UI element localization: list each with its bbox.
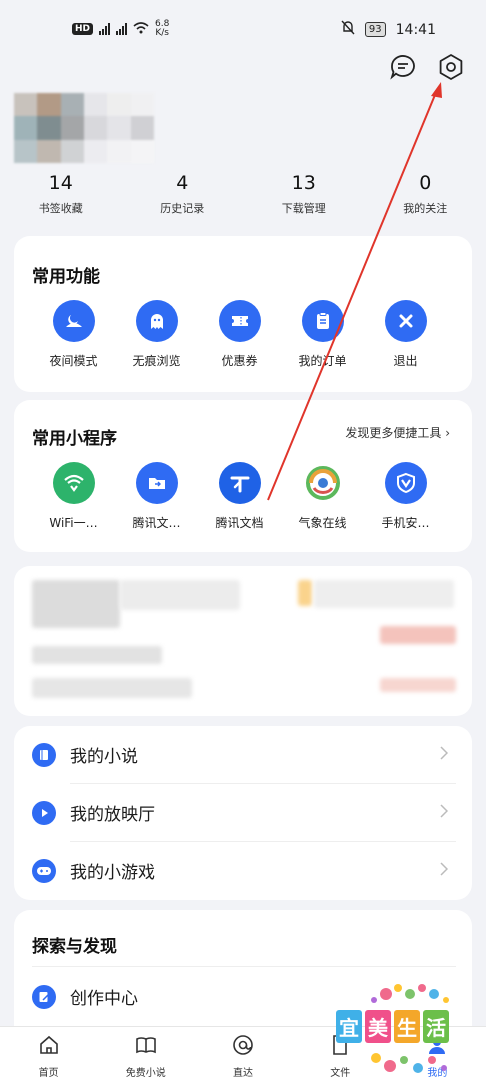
common-functions-card: 常用功能 夜间模式 无痕浏览 优惠券 我的订单 退出: [14, 236, 472, 392]
direct-icon: [231, 1033, 255, 1061]
night-mode-button[interactable]: 夜间模式: [32, 300, 115, 369]
tab-direct[interactable]: 直达: [194, 1027, 291, 1080]
moon-icon: [52, 300, 95, 342]
chevron-right-icon: [440, 745, 449, 764]
clock: 14:41: [395, 21, 436, 38]
mini-programs-card: 常用小程序 发现更多便捷工具 › WiFi一… 腾讯文… 腾讯文档 气象在线 手…: [14, 400, 472, 552]
blurred-content: [32, 646, 162, 664]
tencent-docs-icon: [218, 462, 261, 504]
hd-badge: HD: [72, 23, 94, 35]
mini-program-wifi[interactable]: WiFi一…: [32, 462, 115, 531]
edit-icon: [32, 984, 56, 1009]
tab-home[interactable]: 首页: [0, 1027, 97, 1080]
shield-check-icon: [384, 462, 427, 504]
incognito-button[interactable]: 无痕浏览: [115, 300, 198, 369]
watermark-logo: 宜 美 生 活: [326, 980, 486, 1080]
my-theater-row[interactable]: 我的放映厅: [14, 784, 472, 841]
signal-icon: [116, 23, 128, 35]
coupon-button[interactable]: 优惠券: [198, 300, 281, 369]
wifi-icon: [133, 21, 149, 37]
blurred-content: [380, 678, 456, 692]
my-list-card: 我的小说 我的放映厅 我的小游戏: [14, 726, 472, 900]
mini-program-tencent-docs[interactable]: 腾讯文档: [198, 462, 281, 531]
wifi-shield-icon: [52, 462, 95, 504]
my-novels-row[interactable]: 我的小说: [14, 726, 472, 783]
blurred-content: [32, 678, 192, 698]
open-book-icon: [134, 1033, 158, 1061]
chevron-right-icon: [440, 861, 449, 880]
blurred-content: [314, 580, 454, 608]
blurred-info-card[interactable]: [14, 566, 472, 716]
section-title: 常用功能: [32, 267, 100, 287]
clipboard-icon: [301, 300, 344, 342]
ticket-icon: [218, 300, 261, 342]
section-title: 常用小程序: [32, 429, 117, 449]
mini-program-phone-security[interactable]: 手机安…: [364, 462, 447, 531]
blurred-content: [380, 626, 456, 644]
mini-program-tencent-file[interactable]: 腾讯文…: [115, 462, 198, 531]
mute-bell-icon: [341, 20, 355, 39]
gamepad-icon: [32, 858, 56, 883]
home-icon: [37, 1033, 61, 1061]
divider: [32, 966, 456, 967]
stat-history[interactable]: 4 历史记录: [122, 172, 244, 216]
signal-icon: [99, 23, 111, 35]
book-icon: [32, 742, 56, 767]
net-speed: 6.8 K/s: [155, 19, 170, 38]
stat-downloads[interactable]: 13 下载管理: [243, 172, 365, 216]
blurred-content: [120, 580, 240, 610]
play-icon: [32, 800, 56, 825]
message-icon[interactable]: [388, 52, 418, 82]
blurred-content: [32, 580, 120, 628]
folder-icon: [135, 462, 178, 504]
my-orders-button[interactable]: 我的订单: [281, 300, 364, 369]
chevron-right-icon: [440, 803, 449, 822]
stat-following[interactable]: 0 我的关注: [365, 172, 486, 216]
section-title: 探索与发现: [32, 937, 117, 957]
battery-indicator: 93: [364, 22, 386, 37]
settings-icon[interactable]: [436, 52, 466, 82]
more-tools-link[interactable]: 发现更多便捷工具 ›: [345, 424, 450, 441]
tab-free-novels[interactable]: 免费小说: [97, 1027, 194, 1080]
stats-row: 14 书签收藏 4 历史记录 13 下载管理 0 我的关注: [0, 172, 486, 216]
weather-icon: [301, 462, 344, 504]
blurred-content: [298, 580, 312, 606]
ghost-icon: [135, 300, 178, 342]
mini-program-weather[interactable]: 气象在线: [281, 462, 364, 531]
stat-bookmarks[interactable]: 14 书签收藏: [0, 172, 122, 216]
avatar[interactable]: [14, 93, 154, 163]
exit-button[interactable]: 退出: [364, 300, 447, 369]
my-games-row[interactable]: 我的小游戏: [14, 842, 472, 899]
close-icon: [384, 300, 427, 342]
